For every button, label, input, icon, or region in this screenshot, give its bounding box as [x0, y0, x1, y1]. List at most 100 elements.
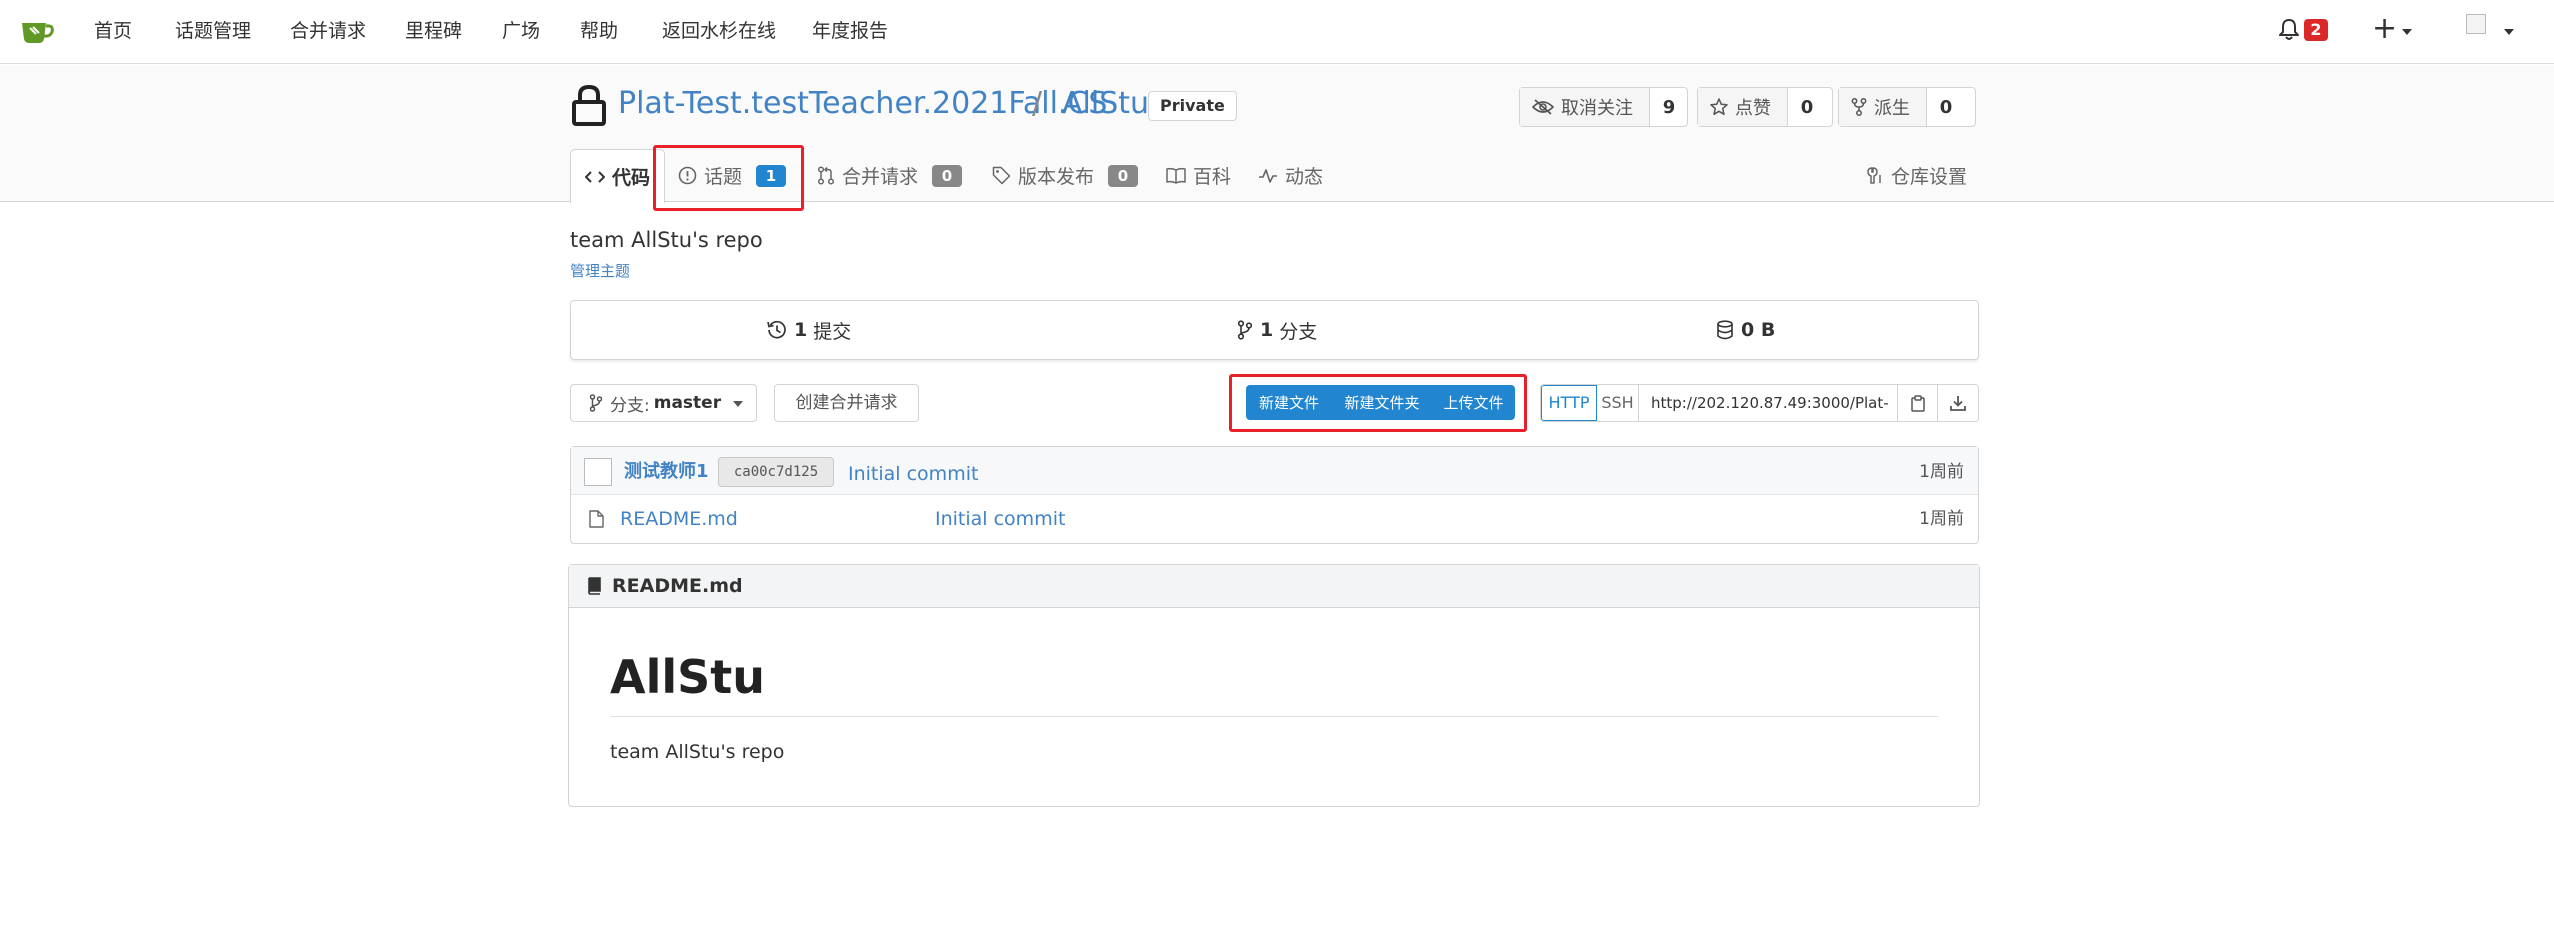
- unwatch-label: 取消关注: [1561, 98, 1633, 119]
- star-icon: [1710, 98, 1728, 116]
- nav-back-to-shuishan[interactable]: 返回水杉在线: [662, 18, 776, 44]
- star-button[interactable]: 点赞: [1698, 88, 1788, 126]
- user-avatar[interactable]: [2466, 14, 2486, 34]
- tab-code[interactable]: 代码: [570, 149, 666, 203]
- bell-icon[interactable]: [2278, 17, 2300, 41]
- book-icon: [588, 577, 601, 595]
- stars-count[interactable]: 0: [1788, 88, 1826, 126]
- latest-commit-message-link[interactable]: Initial commit: [848, 462, 978, 486]
- branches-count: 1: [1260, 319, 1274, 341]
- commit-sha-button[interactable]: ca00c7d125: [718, 457, 834, 487]
- clone-url-field[interactable]: http://202.120.87.49:3000/Plat-: [1639, 385, 1898, 421]
- fork-label: 派生: [1874, 98, 1910, 119]
- readme-header: README.md: [569, 565, 1979, 608]
- branches-stat[interactable]: 1 分支: [1237, 301, 1317, 359]
- file-table: 测试教师1 ca00c7d125 Initial commit 1周前 READ…: [570, 446, 1979, 544]
- issue-opened-icon: [678, 166, 697, 185]
- fork-button-group: 派生 0: [1838, 87, 1976, 127]
- commits-stat[interactable]: 1 提交: [767, 301, 851, 359]
- clipboard-icon: [1910, 394, 1925, 412]
- new-pull-request-button[interactable]: 创建合并请求: [774, 384, 919, 422]
- manage-topics-link[interactable]: 管理主题: [570, 261, 630, 281]
- file-commit-time: 1周前: [1919, 509, 1964, 529]
- pulse-icon: [1259, 168, 1277, 183]
- nav-explore[interactable]: 广场: [502, 18, 540, 44]
- file-actions-button-group: 新建文件 新建文件夹 上传文件: [1246, 385, 1515, 420]
- new-folder-button[interactable]: 新建文件夹: [1332, 385, 1432, 420]
- file-row: README.md Initial commit 1周前: [571, 495, 1978, 543]
- repo-size-value: 0 B: [1741, 319, 1776, 341]
- committer-name-link[interactable]: 测试教师1: [624, 460, 709, 484]
- notification-count-badge[interactable]: 2: [2304, 19, 2328, 41]
- watch-button-group: 取消关注 9: [1519, 87, 1688, 127]
- releases-count-badge: 0: [1108, 164, 1139, 187]
- fork-button[interactable]: 派生: [1839, 88, 1927, 126]
- readme-panel: README.md AllStu team AllStu's repo: [568, 564, 1980, 807]
- nav-milestones[interactable]: 里程碑: [405, 18, 462, 44]
- new-file-button[interactable]: 新建文件: [1246, 385, 1332, 420]
- repo-description: team AllStu's repo: [570, 228, 763, 252]
- star-label: 点赞: [1735, 98, 1771, 119]
- tab-settings[interactable]: 仓库设置: [1866, 149, 1967, 202]
- current-branch-name: master: [653, 393, 722, 413]
- committer-avatar[interactable]: [584, 458, 612, 486]
- issues-count-badge: 1: [756, 164, 787, 187]
- file-name-link[interactable]: README.md: [620, 507, 738, 531]
- tab-issues[interactable]: 话题 1: [678, 149, 787, 202]
- gitea-logo-icon[interactable]: [20, 16, 56, 46]
- tab-wiki-label: 百科: [1193, 166, 1232, 188]
- nav-pulls[interactable]: 合并请求: [290, 18, 366, 44]
- upload-file-button[interactable]: 上传文件: [1432, 385, 1515, 420]
- tab-code-label: 代码: [612, 167, 651, 189]
- tab-releases[interactable]: 版本发布 0: [992, 149, 1139, 202]
- clone-http-button[interactable]: HTTP: [1541, 385, 1597, 421]
- copy-clone-url-button[interactable]: [1898, 385, 1938, 421]
- readme-filename: README.md: [612, 575, 743, 597]
- clone-url-panel: HTTP SSH http://202.120.87.49:3000/Plat-: [1540, 384, 1979, 422]
- readme-body-text: team AllStu's repo: [610, 741, 785, 763]
- latest-commit-time: 1周前: [1919, 462, 1964, 482]
- file-text-icon: [589, 510, 604, 528]
- repo-size-stat: 0 B: [1716, 301, 1781, 359]
- download-archive-button[interactable]: [1938, 385, 1978, 421]
- tab-activity-label: 动态: [1285, 166, 1324, 188]
- commits-label: 提交: [813, 320, 852, 343]
- clone-ssh-button[interactable]: SSH: [1597, 385, 1639, 421]
- readme-heading: AllStu: [610, 650, 766, 704]
- private-badge: Private: [1148, 91, 1237, 121]
- nav-help[interactable]: 帮助: [580, 18, 618, 44]
- branches-label: 分支: [1279, 320, 1318, 343]
- git-branch-icon: [589, 394, 603, 412]
- nav-issues[interactable]: 话题管理: [175, 18, 251, 44]
- nav-home[interactable]: 首页: [94, 18, 132, 44]
- forks-count[interactable]: 0: [1927, 88, 1965, 126]
- tag-icon: [992, 166, 1011, 185]
- git-branch-icon: [1237, 320, 1253, 340]
- file-commit-message-link[interactable]: Initial commit: [935, 507, 1065, 531]
- watchers-count[interactable]: 9: [1650, 88, 1688, 126]
- create-menu-chevron-down-icon[interactable]: [2402, 29, 2412, 35]
- history-icon: [767, 320, 786, 339]
- git-pull-request-icon: [817, 166, 835, 185]
- nav-annual-report[interactable]: 年度报告: [812, 18, 888, 44]
- tab-issues-label: 话题: [704, 166, 743, 188]
- eye-slash-icon: [1532, 99, 1554, 115]
- tab-activity[interactable]: 动态: [1258, 149, 1323, 202]
- tab-wiki[interactable]: 百科: [1166, 149, 1231, 202]
- tools-icon: [1867, 167, 1881, 184]
- user-menu-chevron-down-icon[interactable]: [2504, 29, 2514, 35]
- tab-pull-requests-label: 合并请求: [842, 166, 919, 188]
- readme-divider: [610, 716, 1938, 717]
- create-new-plus-icon[interactable]: +: [2372, 13, 2397, 45]
- branch-chevron-down-icon: [733, 401, 744, 407]
- pulls-count-badge: 0: [932, 164, 963, 187]
- repo-path-separator: /: [1032, 86, 1043, 121]
- tab-settings-label: 仓库设置: [1891, 166, 1968, 188]
- tab-pull-requests[interactable]: 合并请求 0: [817, 149, 963, 202]
- branch-selector-dropdown[interactable]: 分支: master: [570, 384, 757, 422]
- download-icon: [1950, 396, 1966, 411]
- repo-name-link[interactable]: AllStu: [1062, 86, 1149, 122]
- tab-releases-label: 版本发布: [1018, 166, 1095, 188]
- unwatch-button[interactable]: 取消关注: [1520, 88, 1650, 126]
- latest-commit-row: 测试教师1 ca00c7d125 Initial commit 1周前: [571, 447, 1978, 495]
